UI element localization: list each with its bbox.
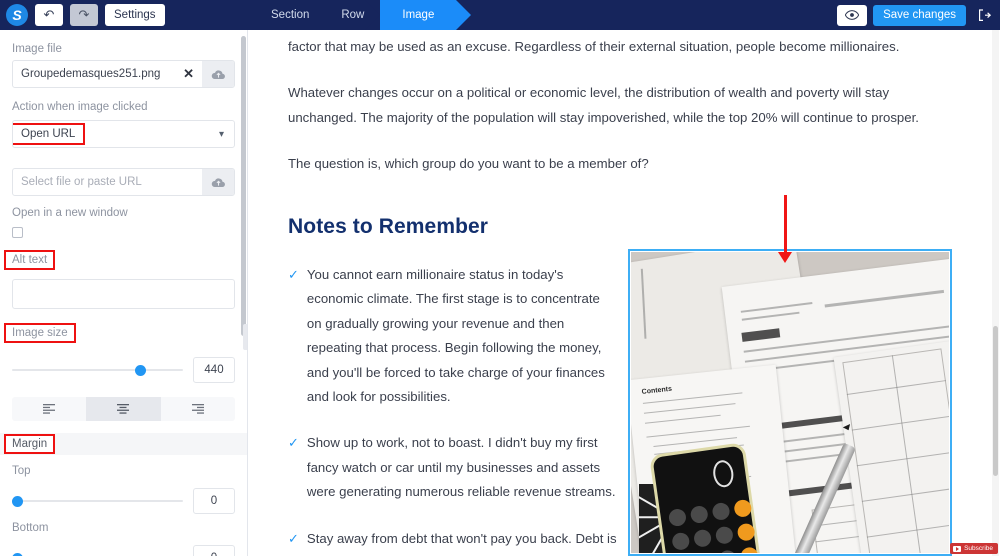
open-new-window-checkbox[interactable] [12,227,23,238]
margin-top-row: 0 [12,488,235,514]
margin-top-value[interactable]: 0 [193,488,235,514]
canvas-scrollbar[interactable] [992,30,999,556]
image-file-value: Groupedemasques251.png [21,68,161,80]
alt-text-input[interactable] [12,279,235,309]
paragraph-2[interactable]: Whatever changes occur on a political or… [288,80,920,131]
action-select-value: Open URL [13,123,86,145]
url-placeholder: Select file or paste URL [21,176,142,188]
margin-bottom-label: Bottom [12,522,49,534]
phone-display [711,458,736,489]
exit-icon [978,8,991,21]
image-size-label: Image size [4,323,76,343]
check-icon: ✓ [288,530,299,546]
align-right-icon [191,404,204,414]
align-center-icon [117,404,130,414]
youtube-icon [953,545,962,552]
annotation-arrow [778,195,792,263]
scrollbar-thumb[interactable] [993,326,998,476]
slider-track [12,500,183,502]
margin-bottom-value[interactable]: 0 [193,545,235,556]
align-left-button[interactable] [12,397,86,421]
clear-image-icon[interactable]: ✕ [183,66,194,82]
save-changes-button[interactable]: Save changes [873,4,966,26]
alt-text-label: Alt text [3,250,56,270]
breadcrumb-item-section[interactable]: Section [255,0,325,30]
top-toolbar: S ↶ ↷ Settings Section Row Image Save ch… [0,0,1000,30]
margin-bottom-slider[interactable] [12,551,183,556]
eye-icon [845,10,860,20]
align-center-button[interactable] [86,397,161,421]
bullet-list: ✓ You cannot earn millionaire status in … [288,263,618,556]
list-item-text: You cannot earn millionaire status in to… [306,266,605,405]
image-settings-panel: Image file Groupedemasques251.png ✕ Acti… [0,30,248,556]
image-file-label: Image file [12,43,62,55]
subscribe-badge[interactable]: Subscribe [950,543,998,554]
sidebar-scrollbar[interactable] [241,36,246,336]
settings-button[interactable]: Settings [105,4,165,26]
panel-resize-handle[interactable] [243,324,247,350]
image-size-row: 440 [12,357,235,383]
selected-image-block[interactable]: Contents [628,249,952,556]
image-size-slider[interactable] [12,363,183,377]
paragraph-1[interactable]: factor that may be used as an excuse. Re… [288,34,920,60]
alignment-button-group [12,397,235,421]
open-new-window-label: Open in a new window [12,207,128,219]
url-upload-button[interactable] [202,169,234,195]
list-item[interactable]: ✓ Stay away from debt that won't pay you… [288,527,618,556]
margin-label: Margin [3,434,56,454]
image-preview: Contents [631,252,949,553]
breadcrumb-item-image[interactable]: Image [365,0,472,30]
cloud-upload-icon [211,177,225,187]
margin-section-header: Margin [0,433,247,455]
slider-track [12,369,183,371]
exit-button[interactable] [972,5,996,26]
check-icon: ✓ [288,266,299,282]
breadcrumb: Section Row Image [255,0,472,30]
cloud-upload-icon [211,69,225,79]
slider-knob[interactable] [135,365,147,376]
app-logo[interactable]: S [6,4,28,26]
slider-knob[interactable] [12,496,23,507]
url-input[interactable]: Select file or paste URL [12,168,235,196]
preview-button[interactable] [837,4,868,26]
margin-bottom-row: 0 [12,545,235,556]
list-item-text: Stay away from debt that won't pay you b… [306,530,617,556]
upload-image-button[interactable] [202,61,234,87]
align-right-button[interactable] [161,397,235,421]
list-item-text: Show up to work, not to boast. I didn't … [306,435,616,500]
margin-top-slider[interactable] [12,494,183,508]
action-select[interactable]: Open URL ▾ [12,120,235,148]
editor-canvas: factor that may be used as an excuse. Re… [248,30,1000,556]
check-icon: ✓ [288,435,299,451]
subscribe-label: Subscribe [964,545,993,552]
list-item[interactable]: ✓ You cannot earn millionaire status in … [288,263,618,410]
section-heading[interactable]: Notes to Remember [288,215,920,239]
align-left-icon [43,404,56,414]
paragraph-3[interactable]: The question is, which group do you want… [288,151,920,177]
action-when-clicked-label: Action when image clicked [12,101,148,113]
margin-top-label: Top [12,465,31,477]
list-item[interactable]: ✓ Show up to work, not to boast. I didn'… [288,431,618,504]
undo-button[interactable]: ↶ [35,4,63,26]
chevron-down-icon: ▾ [218,128,224,140]
redo-button[interactable]: ↷ [70,4,98,26]
toolbar-actions: Save changes [837,0,1000,30]
image-file-field[interactable]: Groupedemasques251.png ✕ [12,60,235,88]
image-size-value[interactable]: 440 [193,357,235,383]
